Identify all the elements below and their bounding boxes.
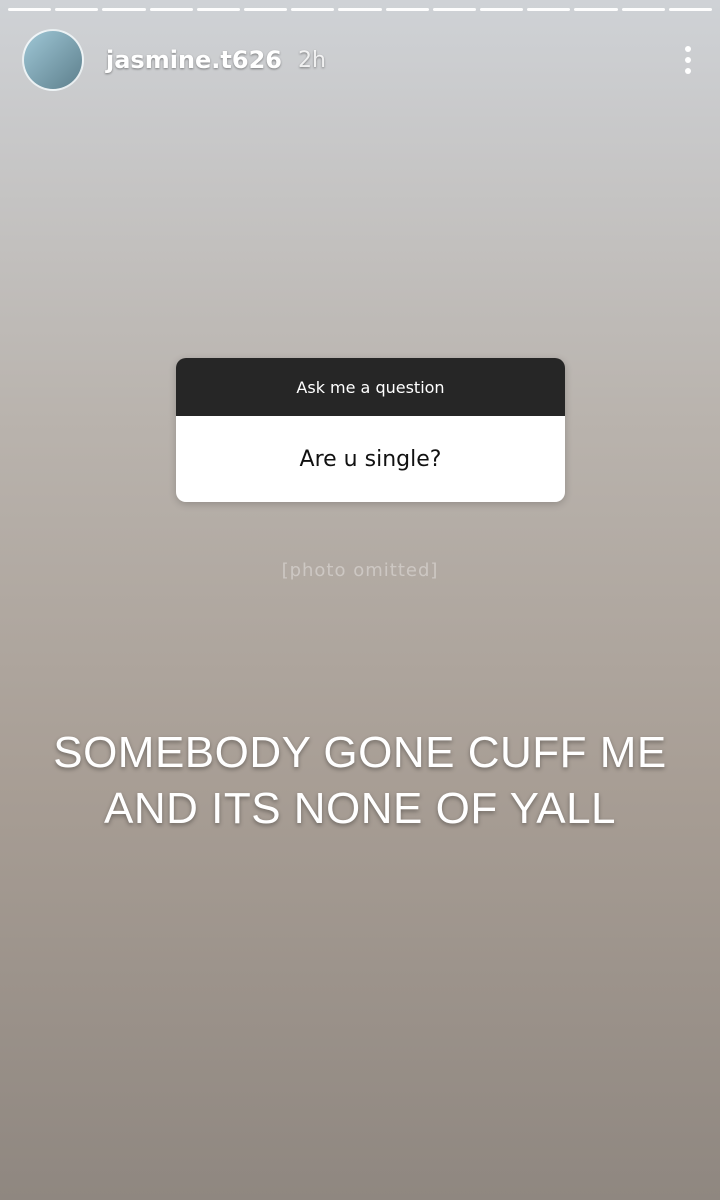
caption-line: AND ITS NONE OF YALL	[103, 784, 617, 833]
story-header: jasmine.t626 2h	[22, 29, 698, 91]
progress-segment	[149, 8, 193, 11]
question-sticker[interactable]: Ask me a question Are u single?	[176, 358, 565, 502]
caption-line: SOMEBODY GONE CUFF ME	[53, 728, 667, 777]
more-options-icon[interactable]	[678, 40, 698, 80]
progress-segment	[432, 8, 477, 11]
story-progress-bar	[8, 8, 713, 11]
timestamp: 2h	[298, 47, 326, 73]
progress-segment	[574, 8, 618, 11]
story-viewer[interactable]: [photo omitted] jasmine.t626 2h Ask me a…	[0, 0, 720, 1200]
progress-segment	[244, 8, 288, 11]
progress-segment	[385, 8, 429, 11]
placeholder-label: [photo omitted]	[281, 560, 439, 581]
progress-segment	[621, 8, 665, 11]
progress-segment	[291, 8, 335, 11]
progress-segment	[668, 8, 713, 11]
progress-segment	[480, 8, 524, 11]
question-sticker-title: Ask me a question	[176, 358, 565, 416]
progress-segment	[338, 8, 382, 11]
progress-segment	[8, 8, 52, 11]
question-sticker-answer: Are u single?	[176, 416, 565, 502]
avatar[interactable]	[22, 29, 84, 91]
progress-segment	[196, 8, 241, 11]
story-photo-placeholder: [photo omitted]	[0, 0, 720, 1200]
progress-segment	[102, 8, 146, 11]
progress-segment	[527, 8, 571, 11]
story-caption: SOMEBODY GONE CUFF ME AND ITS NONE OF YA…	[0, 725, 720, 837]
username[interactable]: jasmine.t626	[106, 46, 282, 74]
progress-segment	[55, 8, 99, 11]
